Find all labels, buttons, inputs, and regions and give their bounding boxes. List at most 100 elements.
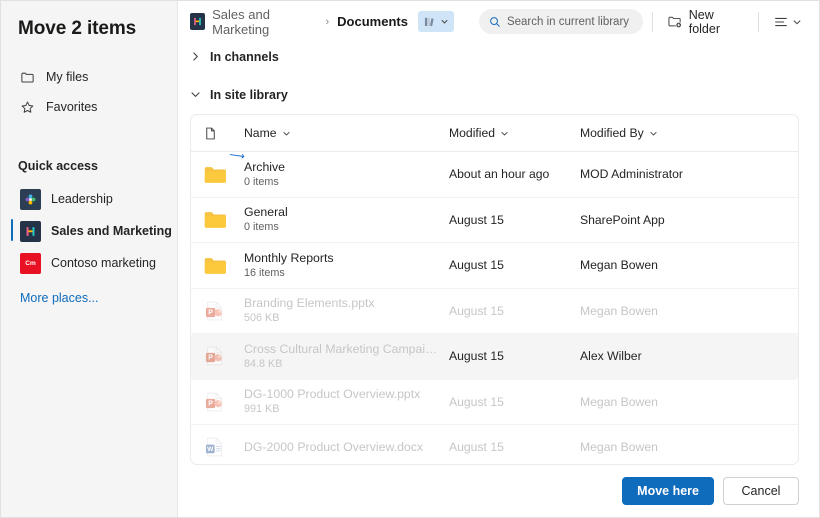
- row-modified-by: Megan Bowen: [580, 258, 658, 273]
- table-row: P DG-1000 Product Overview.pptx 991 KB A…: [191, 380, 798, 425]
- dialog-title: Move 2 items: [18, 18, 137, 39]
- column-header-file-type[interactable]: [203, 126, 244, 141]
- chevron-down-icon: [500, 129, 509, 138]
- row-name: Cross Cultural Marketing Campaigns.p…: [244, 341, 439, 356]
- table-row[interactable]: General 0 items August 15 SharePoint App: [191, 198, 798, 243]
- row-icon: [203, 207, 244, 232]
- row-name-cell: Cross Cultural Marketing Campaigns.p… 84…: [244, 342, 449, 371]
- move-here-button[interactable]: Move here: [622, 477, 714, 505]
- sidebar-item-label: Leadership: [51, 192, 113, 206]
- svg-text:P: P: [208, 355, 213, 362]
- new-folder-icon: [667, 14, 683, 30]
- command-bar: Sales and Marketing › Documents Search i…: [178, 1, 819, 42]
- column-header-name[interactable]: Name: [244, 126, 449, 140]
- chevron-down-icon: [649, 129, 658, 138]
- table-row: P Cross Cultural Marketing Campaigns.p… …: [191, 334, 798, 380]
- row-modified-by: MOD Administrator: [580, 167, 683, 182]
- new-folder-button[interactable]: New folder: [662, 4, 749, 40]
- cancel-button[interactable]: Cancel: [723, 477, 799, 505]
- sidebar-item-label: Favorites: [46, 100, 98, 114]
- section-in-site-library[interactable]: In site library: [178, 80, 819, 109]
- breadcrumb-item-site[interactable]: Sales and Marketing: [212, 7, 317, 37]
- quick-access-heading: Quick access: [18, 159, 98, 173]
- row-subtitle: 84.8 KB: [244, 357, 283, 370]
- row-name: DG-2000 Product Overview.docx: [244, 439, 424, 454]
- row-icon: P: [203, 299, 244, 323]
- divider: [651, 11, 653, 32]
- row-modified: August 15: [449, 303, 504, 318]
- row-icon: P: [203, 390, 244, 414]
- row-name: General: [244, 205, 288, 220]
- site-icon: [20, 188, 41, 210]
- sidebar-item-favorites[interactable]: Favorites: [1, 92, 177, 122]
- sidebar-item-leadership[interactable]: Leadership: [1, 183, 177, 215]
- row-name-cell: Monthly Reports 16 items: [244, 251, 449, 280]
- sidebar-item-sales-and-marketing[interactable]: Sales and Marketing: [1, 215, 177, 247]
- chevron-down-icon: [792, 17, 802, 27]
- breadcrumb: Sales and Marketing › Documents: [190, 7, 454, 37]
- section-in-channels[interactable]: In channels: [178, 42, 819, 71]
- svg-text:W: W: [207, 446, 214, 453]
- site-icon: [190, 13, 206, 30]
- row-modified-by: Alex Wilber: [580, 349, 642, 364]
- row-modified-by: Megan Bowen: [580, 440, 658, 455]
- table-row: W DG-2000 Product Overview.docx August 1…: [191, 425, 798, 464]
- row-modified-by: Megan Bowen: [580, 303, 658, 318]
- row-name: Archive: [244, 159, 286, 174]
- row-name-cell: Branding Elements.pptx 506 KB: [244, 296, 449, 325]
- row-subtitle: 16 items: [244, 266, 285, 279]
- table-row: P Branding Elements.pptx 506 KB August 1…: [191, 289, 798, 334]
- row-modified: August 15: [449, 212, 504, 227]
- main-pane: Sales and Marketing › Documents Search i…: [178, 1, 819, 517]
- library-icon: [423, 15, 437, 29]
- divider: [758, 11, 760, 32]
- column-header-label: Modified: [449, 126, 496, 140]
- chevron-down-icon: [190, 89, 201, 100]
- sidebar-item-label: Sales and Marketing: [51, 224, 172, 238]
- row-modified: About an hour ago: [449, 167, 550, 182]
- list-view-icon: [773, 14, 789, 30]
- search-input[interactable]: Search in current library: [478, 9, 643, 34]
- section-list: In channels In site library: [178, 42, 819, 109]
- selection-indicator: [11, 219, 13, 241]
- breadcrumb-item-documents[interactable]: Documents: [337, 14, 408, 29]
- section-label: In channels: [210, 49, 279, 64]
- row-name: Monthly Reports: [244, 250, 334, 265]
- new-folder-label: New folder: [688, 7, 720, 36]
- row-name-cell: General 0 items: [244, 205, 449, 234]
- row-name: DG-1000 Product Overview.pptx: [244, 387, 421, 402]
- row-icon: [203, 162, 244, 187]
- search-icon: [489, 16, 501, 28]
- library-picker-button[interactable]: [417, 11, 454, 32]
- column-header-label: Name: [244, 126, 277, 140]
- search-placeholder: Search in current library: [506, 15, 630, 28]
- table-row[interactable]: ⟶ Archive 0 items About an hour ago MOD …: [191, 149, 798, 198]
- sidebar-item-contoso-marketing[interactable]: Cm Contoso marketing: [1, 247, 177, 279]
- row-modified: August 15: [449, 394, 504, 409]
- column-header-modified-by[interactable]: Modified By: [580, 126, 798, 140]
- site-icon: Cm: [20, 252, 41, 274]
- sidebar-nav: My files Favorites: [1, 62, 177, 122]
- row-modified: August 15: [449, 440, 504, 455]
- row-icon: W: [203, 435, 244, 459]
- more-places-link[interactable]: More places...: [1, 291, 177, 305]
- file-list-panel: Name Modified Modified By ⟶ Archive 0 it…: [190, 114, 799, 465]
- svg-text:P: P: [208, 309, 213, 316]
- row-name-cell: DG-1000 Product Overview.pptx 991 KB: [244, 387, 449, 416]
- column-header-modified[interactable]: Modified: [449, 126, 580, 140]
- chevron-right-icon: [190, 51, 201, 62]
- row-subtitle: 991 KB: [244, 403, 280, 416]
- column-header-label: Modified By: [580, 126, 644, 140]
- move-items-dialog: Move 2 items My files Favorites Quick ac…: [0, 0, 820, 518]
- table-row[interactable]: Monthly Reports 16 items August 15 Megan…: [191, 243, 798, 289]
- view-options-button[interactable]: [768, 10, 807, 34]
- row-modified: August 15: [449, 258, 504, 273]
- sidebar-item-label: My files: [46, 70, 89, 84]
- row-icon: [203, 253, 244, 278]
- row-modified-by: SharePoint App: [580, 212, 665, 227]
- row-subtitle: 0 items: [244, 221, 279, 234]
- breadcrumb-separator: ›: [325, 15, 330, 28]
- row-name-cell: Archive 0 items: [244, 160, 449, 189]
- sidebar-item-my-files[interactable]: My files: [1, 62, 177, 92]
- sidebar-item-label: Contoso marketing: [51, 256, 156, 270]
